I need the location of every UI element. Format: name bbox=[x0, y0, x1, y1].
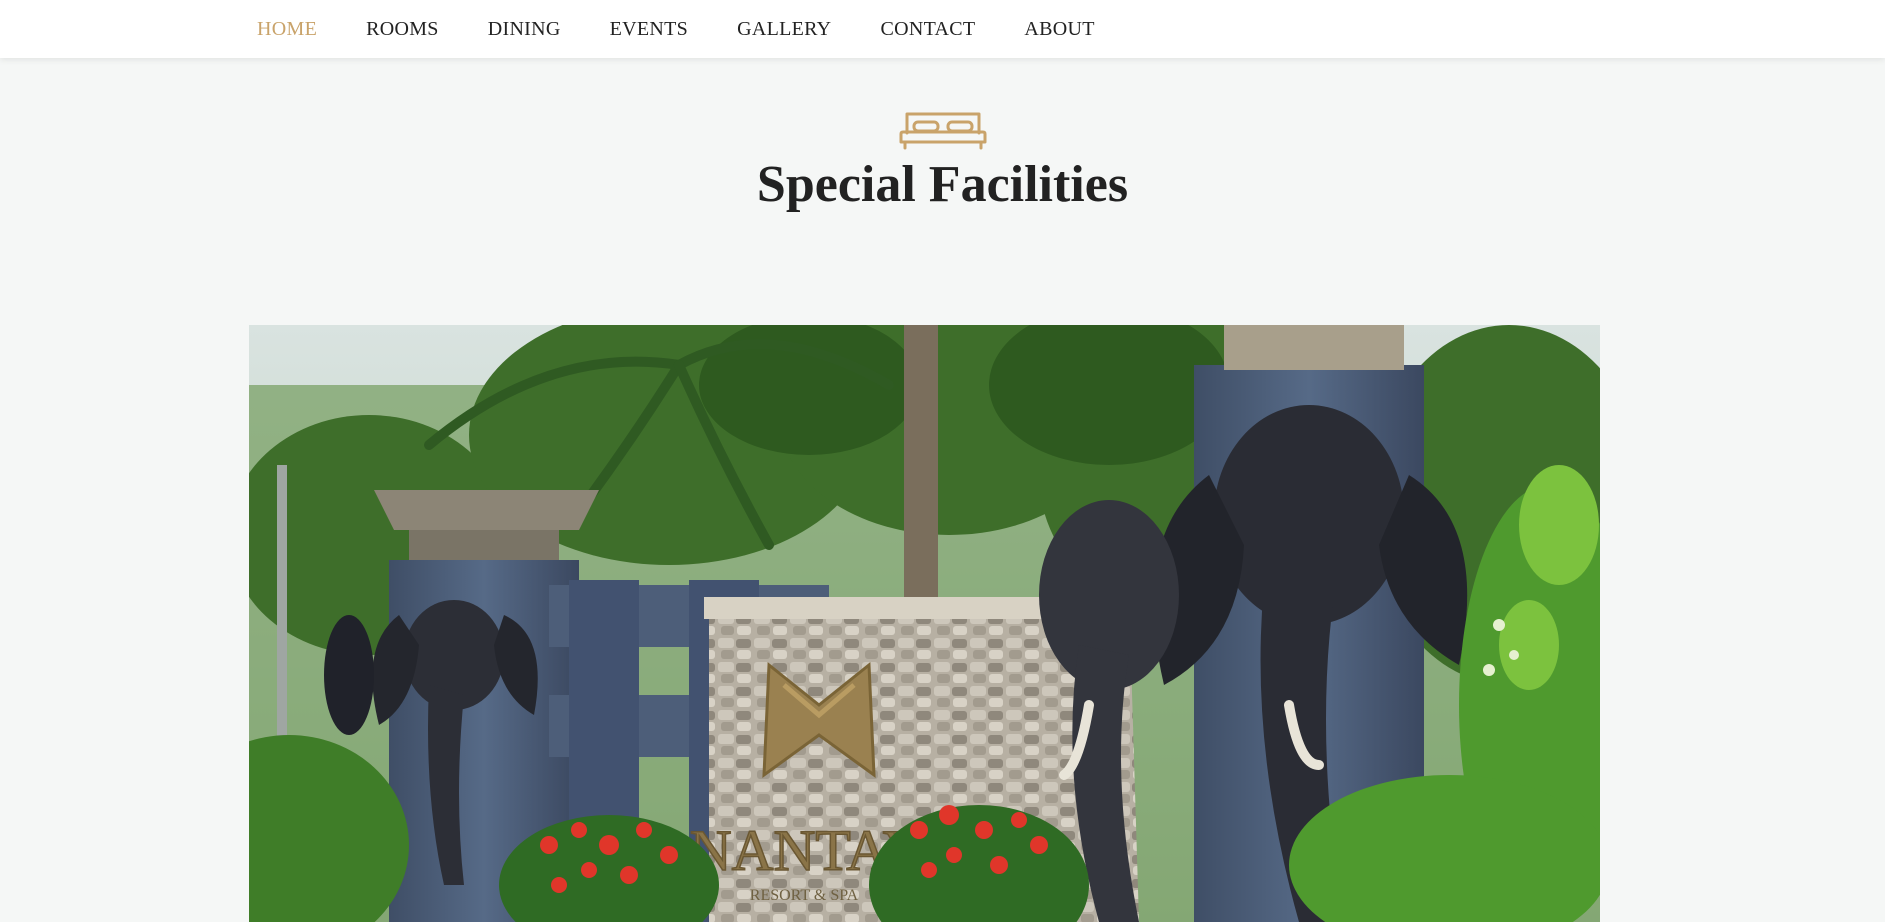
top-navigation: HOME ROOMS DINING EVENTS GALLERY CONTACT… bbox=[0, 0, 1885, 58]
nav-gallery[interactable]: GALLERY bbox=[737, 18, 831, 41]
hero-image: ANANTAYA RESORT & SPA bbox=[249, 325, 1600, 922]
resort-entrance-illustration: ANANTAYA RESORT & SPA bbox=[249, 325, 1600, 922]
sign-subtext: RESORT & SPA bbox=[750, 887, 859, 904]
nav-rooms[interactable]: ROOMS bbox=[366, 18, 439, 41]
nav-events[interactable]: EVENTS bbox=[610, 18, 688, 41]
section-header: Special Facilities bbox=[0, 108, 1885, 213]
section-title: Special Facilities bbox=[756, 156, 1129, 213]
nav-about[interactable]: ABOUT bbox=[1024, 18, 1094, 41]
bed-icon bbox=[899, 112, 986, 150]
nav-contact[interactable]: CONTACT bbox=[880, 18, 975, 41]
nav-dining[interactable]: DINING bbox=[488, 18, 561, 41]
nav-home[interactable]: HOME bbox=[257, 18, 317, 41]
